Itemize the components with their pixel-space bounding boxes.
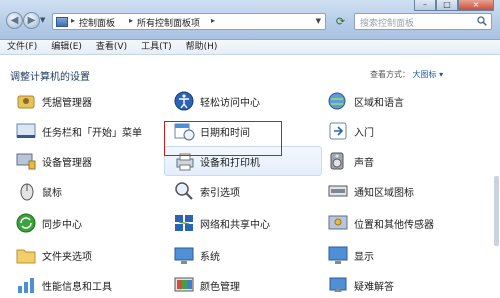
device-manager-icon (14, 149, 38, 173)
item-notification-area-icons[interactable]: 通知区域图标 (326, 178, 414, 204)
menu-help[interactable]: 帮助(H) (179, 40, 225, 54)
address-dropdown-icon[interactable]: ▼ (316, 17, 321, 25)
item-label: 区域和语言 (354, 97, 404, 109)
menu-file[interactable]: 文件(F) (0, 40, 44, 54)
control-panel-icon (56, 17, 68, 27)
item-sound[interactable]: 声音 (326, 148, 374, 174)
search-icon[interactable] (477, 16, 487, 26)
item-ease-of-access[interactable]: 轻松访问中心 (172, 88, 260, 114)
breadcrumb-control-panel[interactable]: 控制面板 (79, 16, 115, 29)
item-location-sensors[interactable]: 位置和其他传感器 (326, 210, 434, 236)
item-color-management[interactable]: 颜色管理 (172, 272, 240, 298)
item-label: 任务栏和「开始」菜单 (42, 127, 142, 139)
sync-center-icon (14, 211, 38, 235)
view-by: 查看方式： 大图标 ▾ (370, 69, 443, 80)
item-performance-info[interactable]: 性能信息和工具 (14, 272, 112, 298)
item-label: 声音 (354, 157, 374, 169)
view-by-dropdown[interactable]: 大图标 (413, 70, 437, 79)
color-management-icon (172, 273, 196, 297)
control-panel-items: 凭据管理器 任务栏和「开始」菜单 设备管理器 鼠标 同步中心 文件夹选项 性能信… (0, 86, 500, 298)
address-bar[interactable]: ▸ 控制面板 ▸ 所有控制面板项 ▸ ▼ (52, 13, 326, 30)
window-controls: – □ × (414, 0, 494, 11)
highlight-box (164, 121, 282, 156)
speaker-icon (326, 149, 350, 173)
troubleshooting-icon (326, 273, 350, 297)
refresh-icon[interactable]: ⟳ (333, 14, 348, 29)
item-label: 轻松访问中心 (200, 97, 260, 109)
item-label: 系统 (200, 251, 220, 263)
breadcrumb-arrow-icon[interactable]: ▸ (71, 16, 75, 25)
chevron-down-icon[interactable]: ▾ (439, 70, 443, 79)
forward-button[interactable]: ▶ (23, 12, 40, 29)
item-label: 设备管理器 (42, 157, 92, 169)
item-label: 疑难解答 (354, 281, 394, 293)
item-label: 位置和其他传感器 (354, 219, 434, 231)
menu-bar: 文件(F) 编辑(E) 查看(V) 工具(T) 帮助(H) (0, 40, 500, 55)
performance-icon (14, 273, 38, 297)
item-device-manager[interactable]: 设备管理器 (14, 148, 92, 174)
breadcrumb-arrow-icon[interactable]: ▸ (129, 16, 133, 25)
breadcrumb-arrow-icon[interactable]: ▸ (211, 16, 215, 25)
view-by-label: 查看方式： (370, 70, 410, 79)
recent-pages-dropdown-icon[interactable]: ▼ (40, 16, 45, 24)
item-folder-options[interactable]: 文件夹选项 (14, 242, 92, 268)
mouse-icon (14, 179, 38, 203)
back-button[interactable]: ◀ (6, 12, 23, 29)
item-system[interactable]: 系统 (172, 242, 220, 268)
search-placeholder: 搜索控制面板 (360, 19, 415, 29)
scrollbar-thumb[interactable] (494, 176, 499, 246)
page-title: 调整计算机的设置 (10, 72, 90, 83)
item-label: 性能信息和工具 (42, 281, 112, 293)
item-label: 网络和共享中心 (200, 219, 270, 231)
item-display[interactable]: 显示 (326, 242, 374, 268)
getting-started-icon (326, 119, 350, 143)
location-sensor-icon (326, 211, 350, 235)
item-label: 颜色管理 (200, 281, 240, 293)
network-icon (172, 211, 196, 235)
item-indexing-options[interactable]: 索引选项 (172, 178, 240, 204)
credential-manager-icon (14, 89, 38, 113)
globe-clock-icon (326, 89, 350, 113)
item-troubleshooting[interactable]: 疑难解答 (326, 272, 394, 298)
taskbar-icon (14, 119, 38, 143)
ease-of-access-icon (172, 89, 196, 113)
vertical-scrollbar[interactable] (492, 86, 500, 298)
system-icon (172, 243, 196, 267)
indexing-magnifier-icon (172, 179, 196, 203)
item-sync-center[interactable]: 同步中心 (14, 210, 82, 236)
minimize-button[interactable]: – (414, 0, 436, 11)
menu-view[interactable]: 查看(V) (89, 40, 134, 54)
menu-edit[interactable]: 编辑(E) (44, 40, 89, 54)
close-button[interactable]: × (458, 0, 494, 11)
maximize-button[interactable]: □ (436, 0, 458, 11)
item-label: 索引选项 (200, 187, 240, 199)
item-network-sharing-center[interactable]: 网络和共享中心 (172, 210, 270, 236)
item-mouse[interactable]: 鼠标 (14, 178, 62, 204)
item-label: 通知区域图标 (354, 187, 414, 199)
item-label: 凭据管理器 (42, 97, 92, 109)
item-label: 入门 (354, 127, 374, 139)
item-getting-started[interactable]: 入门 (326, 118, 374, 144)
item-region-language[interactable]: 区域和语言 (326, 88, 404, 114)
folder-options-icon (14, 243, 38, 267)
title-bar: ◀ ▶ ▼ ▸ 控制面板 ▸ 所有控制面板项 ▸ ▼ ⟳ 搜索控制面板 – □ … (0, 0, 500, 40)
item-taskbar-start-menu[interactable]: 任务栏和「开始」菜单 (14, 118, 142, 144)
item-label: 文件夹选项 (42, 251, 92, 263)
item-credential-manager[interactable]: 凭据管理器 (14, 88, 92, 114)
notification-area-icon (326, 179, 350, 203)
item-label: 鼠标 (42, 187, 62, 199)
display-monitor-icon (326, 243, 350, 267)
item-label: 显示 (354, 251, 374, 263)
search-input[interactable]: 搜索控制面板 (354, 13, 492, 30)
item-label: 同步中心 (42, 219, 82, 231)
menu-tools[interactable]: 工具(T) (134, 40, 179, 54)
breadcrumb-all-items[interactable]: 所有控制面板项 (137, 16, 200, 29)
